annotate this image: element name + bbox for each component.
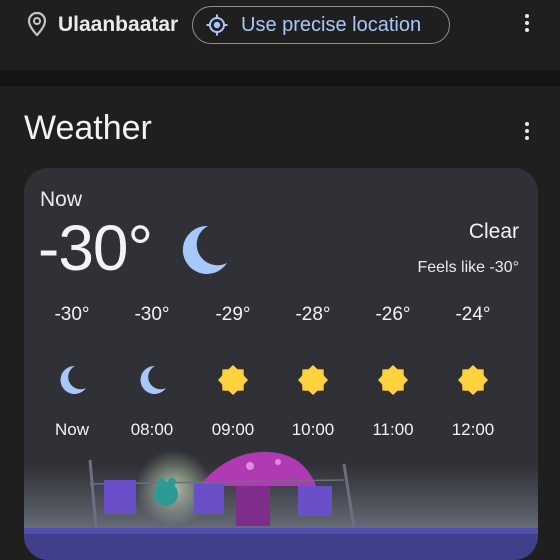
location-pin-icon bbox=[27, 11, 47, 37]
hourly-time: Now bbox=[54, 420, 89, 439]
hourly-time: 08:00 bbox=[130, 420, 174, 439]
hourly-forecast: -30° Now -30° 08:00 -29° 09:00 -28° 10:0… bbox=[24, 298, 538, 448]
hourly-temp: -29° bbox=[215, 304, 251, 325]
hourly-temp: -28° bbox=[295, 304, 331, 325]
sun-icon bbox=[218, 365, 248, 395]
hourly-temp: -30° bbox=[134, 304, 170, 325]
use-precise-location-label: Use precise location bbox=[241, 14, 422, 36]
hourly-temp: -26° bbox=[375, 304, 411, 325]
moon-icon bbox=[60, 365, 86, 394]
weather-section-title: Weather bbox=[24, 109, 152, 147]
location-target-icon bbox=[206, 14, 228, 36]
weather-more-options-icon[interactable] bbox=[524, 122, 530, 142]
night-scene-illustration bbox=[24, 450, 538, 560]
hourly-time: 10:00 bbox=[291, 420, 335, 439]
hourly-temp: -30° bbox=[54, 304, 90, 325]
weather-condition: Clear bbox=[468, 220, 519, 243]
section-divider bbox=[0, 70, 560, 86]
location-bar: Ulaanbaatar Use precise location bbox=[0, 0, 560, 70]
moon-icon bbox=[182, 225, 227, 274]
current-temperature: -30° bbox=[38, 212, 153, 284]
now-label: Now bbox=[40, 188, 83, 211]
use-precise-location-button[interactable]: Use precise location bbox=[192, 6, 450, 44]
moon-icon bbox=[140, 365, 166, 394]
location-city[interactable]: Ulaanbaatar bbox=[58, 12, 178, 38]
sun-icon bbox=[298, 365, 328, 395]
sun-icon bbox=[458, 365, 488, 395]
hourly-temp: -24° bbox=[455, 304, 491, 325]
sun-icon bbox=[378, 365, 408, 395]
feels-like: Feels like -30° bbox=[417, 259, 519, 276]
hourly-time: 12:00 bbox=[451, 420, 495, 439]
hourly-time: 09:00 bbox=[211, 420, 255, 439]
weather-card[interactable]: Now -30° Clear Feels like -30° -30° Now … bbox=[24, 168, 538, 560]
hourly-time: 11:00 bbox=[372, 420, 414, 439]
more-options-icon[interactable] bbox=[524, 14, 530, 34]
